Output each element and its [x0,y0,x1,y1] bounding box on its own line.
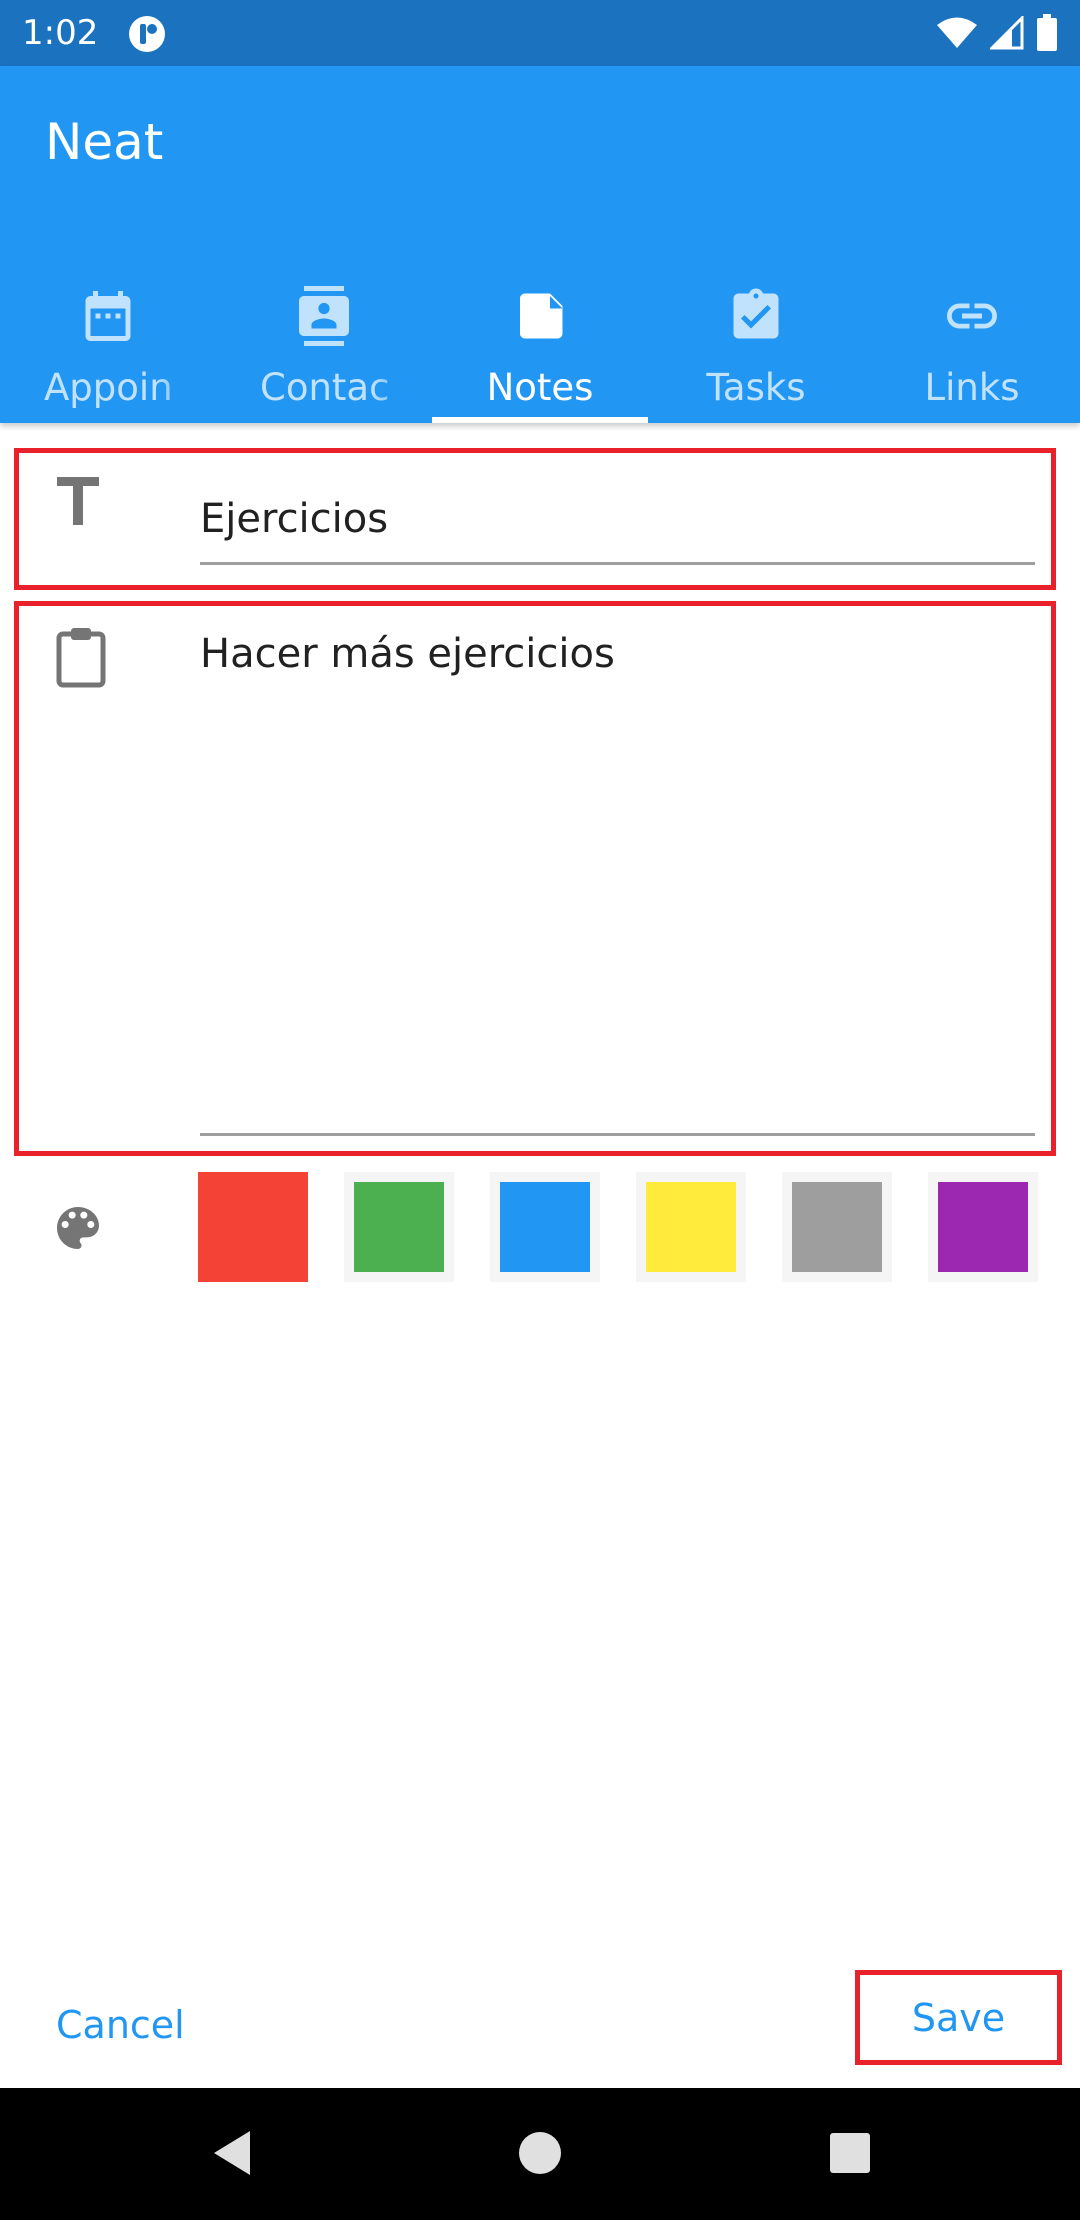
back-icon[interactable] [200,2118,270,2188]
color-swatch[interactable] [344,1172,454,1282]
contact-card-icon [299,286,349,346]
cell-signal-icon [990,16,1024,50]
home-icon[interactable] [505,2118,575,2188]
status-icons [936,14,1058,52]
status-time: 1:02 [22,13,99,53]
color-swatch[interactable] [782,1172,892,1282]
note-title-input[interactable] [200,471,1035,565]
color-swatch[interactable] [928,1172,1038,1282]
tab-tasks[interactable]: Tasks [648,236,864,423]
palette-icon [57,1207,99,1249]
color-swatch-fill [198,1172,308,1282]
note-icon [520,293,563,339]
cancel-button[interactable]: Cancel [30,1985,211,2065]
recents-icon[interactable] [815,2118,885,2188]
clipboard-icon [56,628,106,688]
color-swatch-fill [792,1182,882,1272]
active-tab-indicator [432,417,648,423]
app-bar: Neat Appoin Contac Notes Tasks Links [0,66,1080,423]
save-button[interactable]: Save [855,1970,1062,2065]
battery-icon [1037,14,1057,51]
color-swatch-fill [938,1182,1028,1272]
link-icon [947,303,997,329]
tab-label: Notes [486,366,594,409]
note-title-field [14,448,1056,590]
color-swatch-fill [646,1182,736,1272]
app-notification-icon [129,16,165,52]
tab-contacts[interactable]: Contac [216,236,432,423]
color-swatch-fill [500,1182,590,1272]
color-swatch[interactable] [636,1172,746,1282]
tab-links[interactable]: Links [864,236,1080,423]
color-swatch-row [198,1172,1038,1282]
tab-label: Links [924,366,1020,409]
note-content-input[interactable]: Hacer más ejercicios [200,626,1035,1136]
tab-bar: Appoin Contac Notes Tasks Links [0,236,1080,423]
wifi-icon [937,17,977,48]
tab-label: Tasks [706,366,806,409]
note-content-field: Hacer más ejercicios [14,601,1056,1156]
color-swatch[interactable] [490,1172,600,1282]
status-bar: 1:02 [0,0,1080,66]
app-title: Neat [45,113,164,171]
tab-label: Appoin [44,366,173,409]
calendar-icon [85,291,131,341]
tab-notes[interactable]: Notes [432,236,648,423]
color-swatch[interactable] [198,1172,308,1282]
tab-appointments[interactable]: Appoin [0,236,216,423]
text-title-icon [57,477,99,525]
tab-label: Contac [260,366,390,409]
system-navigation-bar [0,2088,1080,2220]
task-check-icon [733,288,779,339]
color-swatch-fill [354,1182,444,1272]
